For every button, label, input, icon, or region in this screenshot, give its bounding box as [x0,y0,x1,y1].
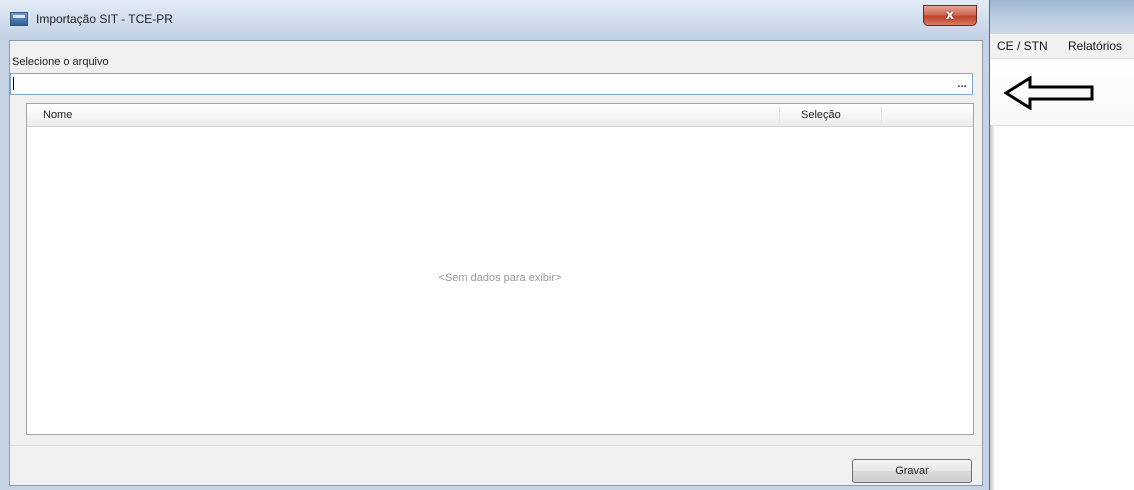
dialog-title: Importação SIT - TCE-PR [36,12,173,26]
background-menubar: CE / STN Relatórios [990,34,1134,59]
grid-empty-message: <Sem dados para exibir> [438,272,562,284]
footer-divider [10,445,982,446]
save-button[interactable]: Gravar [852,459,972,483]
file-input-box[interactable]: ... [10,73,973,95]
files-grid[interactable]: Nome Seleção <Sem dados para exibir> [26,103,974,435]
column-separator [881,107,882,122]
grid-header: Nome Seleção [27,104,973,127]
import-dialog: Importação SIT - TCE-PR x Selecione o ar… [0,0,990,490]
screen: CE / STN Relatórios Importação SIT - TCE… [0,0,1134,490]
column-header-selecao[interactable]: Seleção [801,109,841,121]
arrow-left-icon [1004,76,1094,110]
dialog-titlebar[interactable]: Importação SIT - TCE-PR x [0,0,989,40]
text-caret [13,77,14,90]
background-titlebar [990,0,1134,34]
column-separator [779,107,780,122]
file-path-input[interactable] [13,75,943,93]
background-application: CE / STN Relatórios [990,0,1134,490]
close-icon: x [945,8,955,23]
ellipsis-icon: ... [957,77,967,90]
menu-item-ce-stn[interactable]: CE / STN [997,39,1048,53]
column-header-nome[interactable]: Nome [43,109,72,121]
close-button[interactable]: x [923,5,977,26]
browse-button[interactable]: ... [954,76,970,92]
window-app-icon [10,12,28,26]
background-splitter[interactable] [990,125,994,490]
dialog-client-area: Selecione o arquivo ... Nome Seleção <Se… [9,40,983,486]
menu-item-relatorios[interactable]: Relatórios [1068,39,1122,53]
file-label: Selecione o arquivo [12,56,109,68]
